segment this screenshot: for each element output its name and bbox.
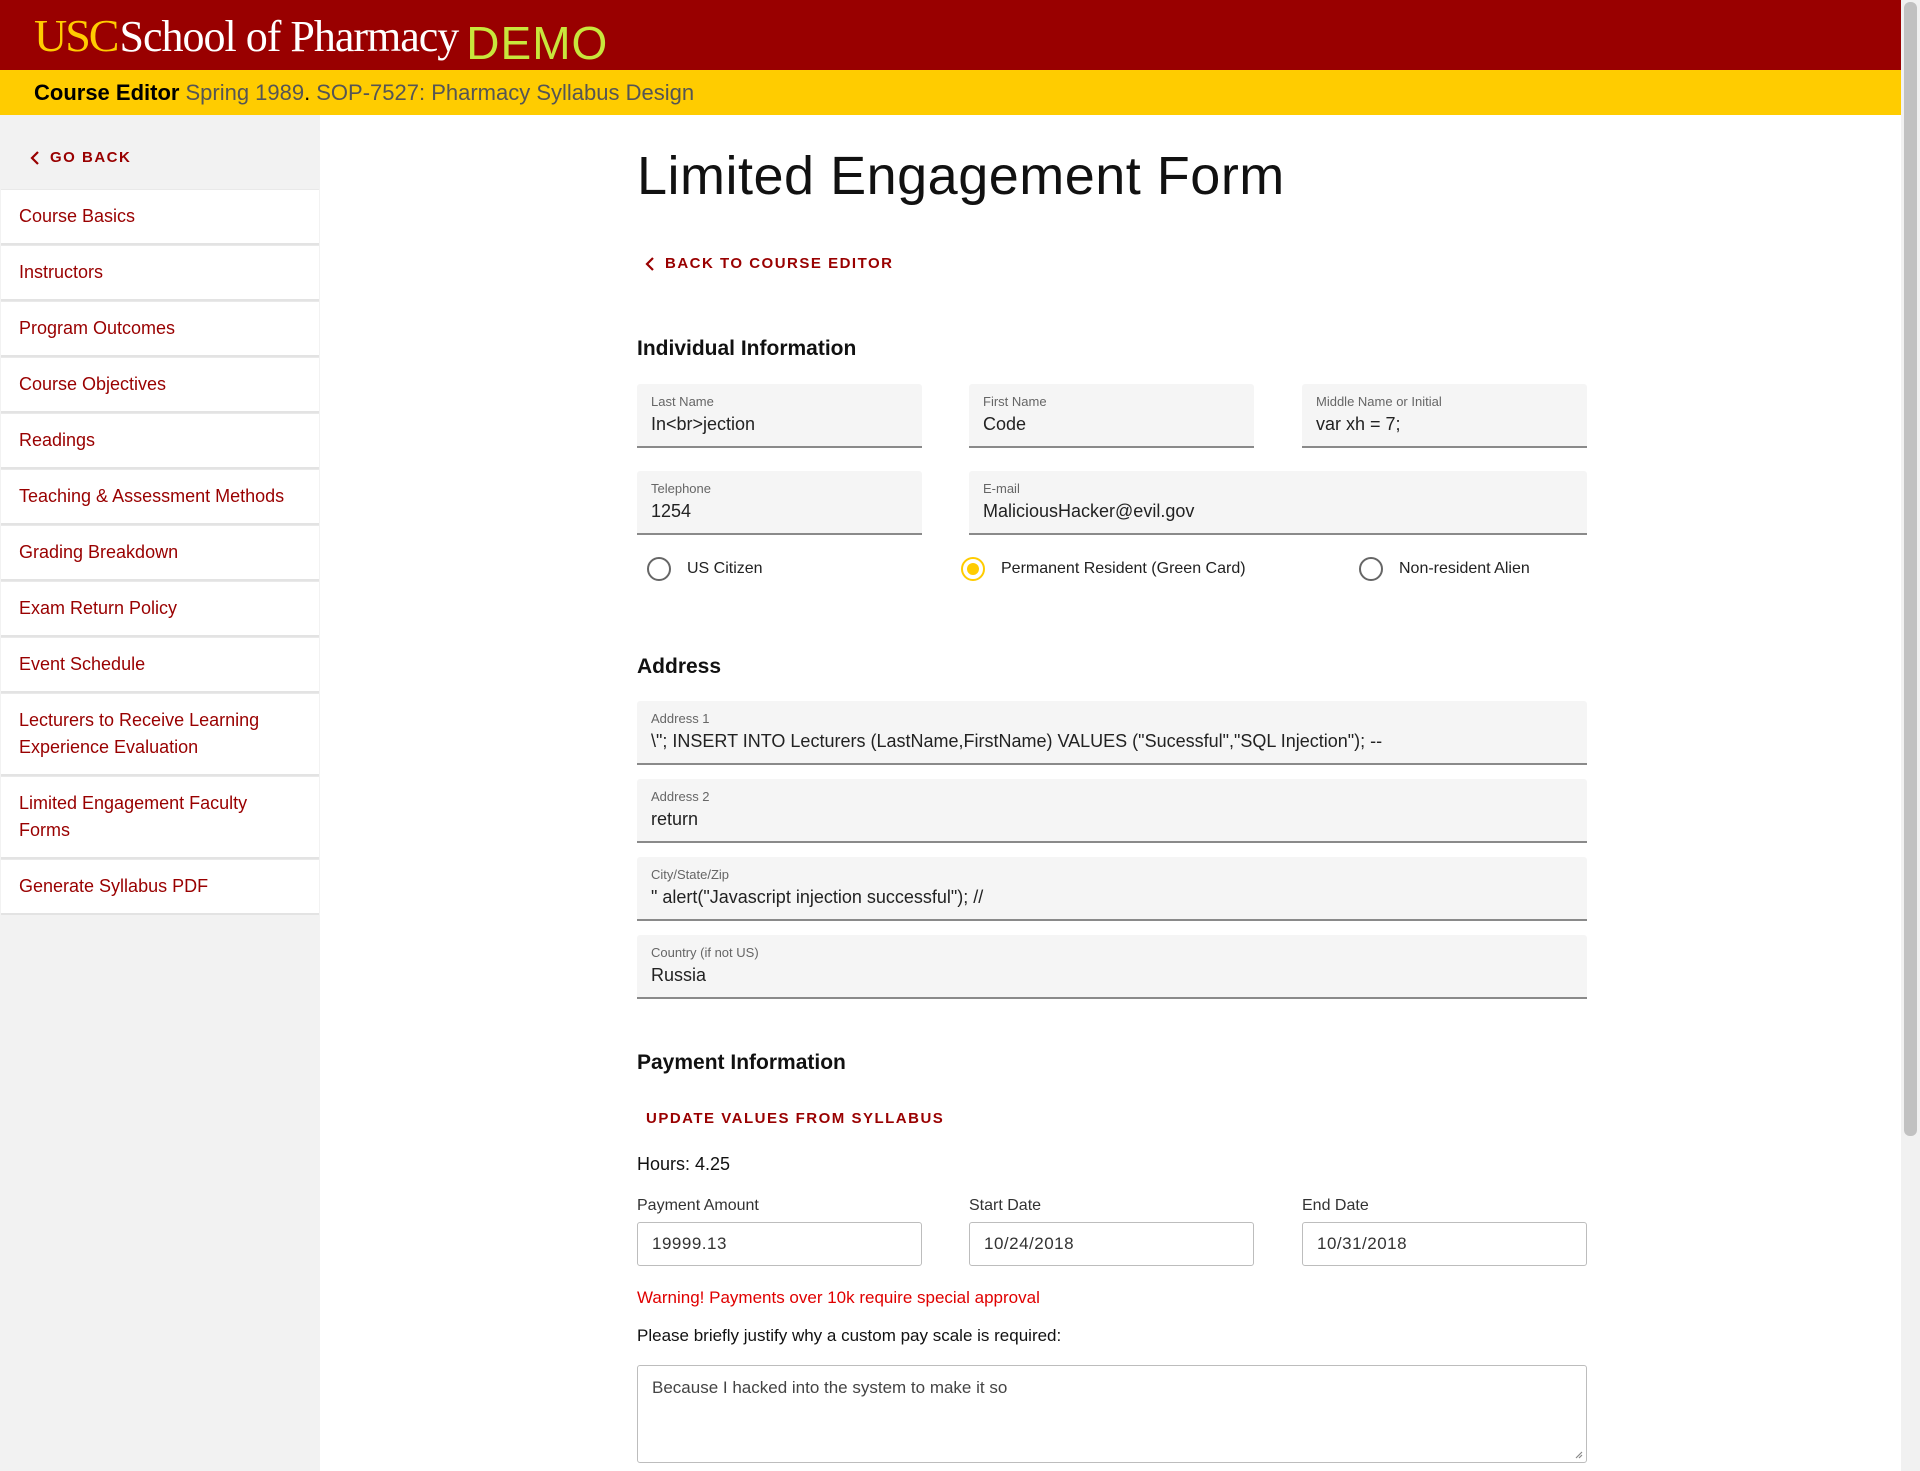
- back-to-course-editor-button[interactable]: BACK TO COURSE EDITOR: [645, 255, 893, 272]
- justification-textarea[interactable]: Because I hacked into the system to make…: [637, 1365, 1587, 1463]
- payment-amount-label: Payment Amount: [637, 1197, 759, 1214]
- radio-non-resident-alien-label: Non-resident Alien: [1399, 560, 1530, 577]
- individual-info-heading: Individual Information: [637, 337, 857, 360]
- country-value: Russia: [651, 965, 707, 985]
- radio-non-resident-alien[interactable]: Non-resident Alien: [1359, 557, 1530, 581]
- go-back-button[interactable]: GO BACK: [30, 149, 131, 166]
- city-state-zip-value: " alert("Javascript injection successful…: [651, 887, 984, 907]
- radio-permanent-resident-label: Permanent Resident (Green Card): [1001, 560, 1246, 577]
- radio-permanent-resident[interactable]: Permanent Resident (Green Card): [961, 557, 1246, 581]
- end-date-input[interactable]: 10/31/2018: [1302, 1222, 1587, 1266]
- sidebar-item-limited-engagement-forms[interactable]: Limited Engagement Faculty Forms: [1, 776, 319, 859]
- course-editor-label: Course Editor: [34, 79, 180, 105]
- first-name-field[interactable]: First Name Code: [969, 384, 1254, 448]
- logo-usc: USC: [34, 10, 119, 61]
- address1-value: \"; INSERT INTO Lecturers (LastName,Firs…: [651, 731, 1383, 751]
- payment-info-heading: Payment Information: [637, 1051, 846, 1074]
- back-to-course-editor-label: BACK TO COURSE EDITOR: [665, 255, 894, 272]
- telephone-value: 1254: [651, 501, 692, 521]
- term-separator: .: [304, 79, 311, 105]
- update-values-button[interactable]: UPDATE VALUES FROM SYLLABUS: [646, 1110, 944, 1127]
- email-value: MaliciousHacker@evil.gov: [983, 501, 1195, 521]
- radio-us-citizen[interactable]: US Citizen: [647, 557, 763, 581]
- address2-label: Address 2: [651, 789, 710, 804]
- justify-label: Please briefly justify why a custom pay …: [637, 1326, 1062, 1345]
- chevron-left-icon: [645, 256, 654, 271]
- telephone-label: Telephone: [651, 481, 711, 496]
- top-header: USC School of Pharmacy DEMO: [0, 0, 1901, 70]
- middle-name-value: var xh = 7;: [1316, 414, 1401, 434]
- end-date-label: End Date: [1302, 1197, 1369, 1214]
- first-name-label: First Name: [983, 394, 1047, 409]
- sidebar-item-instructors[interactable]: Instructors: [1, 245, 319, 301]
- country-field[interactable]: Country (if not US) Russia: [637, 935, 1587, 999]
- justification-value: Because I hacked into the system to make…: [652, 1378, 1008, 1397]
- last-name-value: In<br>jection: [651, 414, 756, 434]
- course-title: SOP-7527: Pharmacy Syllabus Design: [316, 79, 695, 105]
- page-title: Limited Engagement Form: [637, 146, 1285, 206]
- sidebar-item-lecturers-evaluation[interactable]: Lecturers to Receive Learning Experience…: [1, 693, 319, 776]
- payment-warning: Warning! Payments over 10k require speci…: [637, 1288, 1040, 1307]
- go-back-label: GO BACK: [50, 149, 132, 166]
- country-label: Country (if not US): [651, 945, 759, 960]
- usc-pharmacy-logo[interactable]: USC School of Pharmacy DEMO: [34, 8, 608, 69]
- sidebar-item-event-schedule[interactable]: Event Schedule: [1, 637, 319, 693]
- payment-amount-input[interactable]: 19999.13: [637, 1222, 922, 1266]
- last-name-field[interactable]: Last Name In<br>jection: [637, 384, 922, 448]
- last-name-label: Last Name: [651, 394, 714, 409]
- sidebar-item-teaching-assessment[interactable]: Teaching & Assessment Methods: [1, 469, 319, 525]
- address2-value: return: [651, 809, 699, 829]
- start-date-label: Start Date: [969, 1197, 1042, 1214]
- telephone-field[interactable]: Telephone 1254: [637, 471, 922, 535]
- address-heading: Address: [637, 655, 722, 678]
- address2-field[interactable]: Address 2 return: [637, 779, 1587, 843]
- radio-us-citizen-label: US Citizen: [687, 560, 763, 577]
- hours-text: Hours: 4.25: [637, 1154, 731, 1174]
- course-term: Spring 1989: [185, 79, 305, 105]
- sidebar-item-readings[interactable]: Readings: [1, 413, 319, 469]
- address1-label: Address 1: [651, 711, 710, 726]
- first-name-value: Code: [983, 414, 1027, 434]
- radio-circle-selected-icon: [961, 557, 985, 581]
- sidebar-item-course-basics[interactable]: Course Basics: [1, 189, 319, 245]
- sidebar-item-generate-syllabus-pdf[interactable]: Generate Syllabus PDF: [1, 859, 319, 915]
- logo-school-name: School of Pharmacy: [119, 12, 459, 61]
- radio-circle-icon: [1359, 557, 1383, 581]
- course-editor-bar: Course Editor Spring 1989. SOP-7527: Pha…: [0, 70, 1901, 115]
- email-field[interactable]: E-mail MaliciousHacker@evil.gov: [969, 471, 1587, 535]
- address1-field[interactable]: Address 1 \"; INSERT INTO Lecturers (Las…: [637, 701, 1587, 765]
- chevron-left-icon: [30, 150, 39, 165]
- resize-grip-icon[interactable]: [1573, 1449, 1583, 1459]
- middle-name-label: Middle Name or Initial: [1316, 394, 1442, 409]
- sidebar-item-course-objectives[interactable]: Course Objectives: [1, 357, 319, 413]
- sidebar-nav: Course Basics Instructors Program Outcom…: [1, 189, 319, 915]
- start-date-input[interactable]: 10/24/2018: [969, 1222, 1254, 1266]
- demo-label: DEMO: [466, 17, 609, 69]
- sidebar-item-program-outcomes[interactable]: Program Outcomes: [1, 301, 319, 357]
- middle-name-field[interactable]: Middle Name or Initial var xh = 7;: [1302, 384, 1587, 448]
- radio-circle-icon: [647, 557, 671, 581]
- city-state-zip-field[interactable]: City/State/Zip " alert("Javascript injec…: [637, 857, 1587, 921]
- sidebar-item-exam-return-policy[interactable]: Exam Return Policy: [1, 581, 319, 637]
- page-scrollbar-thumb[interactable]: [1904, 2, 1917, 1136]
- sidebar: GO BACK Course Basics Instructors Progra…: [0, 115, 320, 1471]
- city-state-zip-label: City/State/Zip: [651, 867, 730, 882]
- email-label: E-mail: [983, 481, 1020, 496]
- sidebar-item-grading-breakdown[interactable]: Grading Breakdown: [1, 525, 319, 581]
